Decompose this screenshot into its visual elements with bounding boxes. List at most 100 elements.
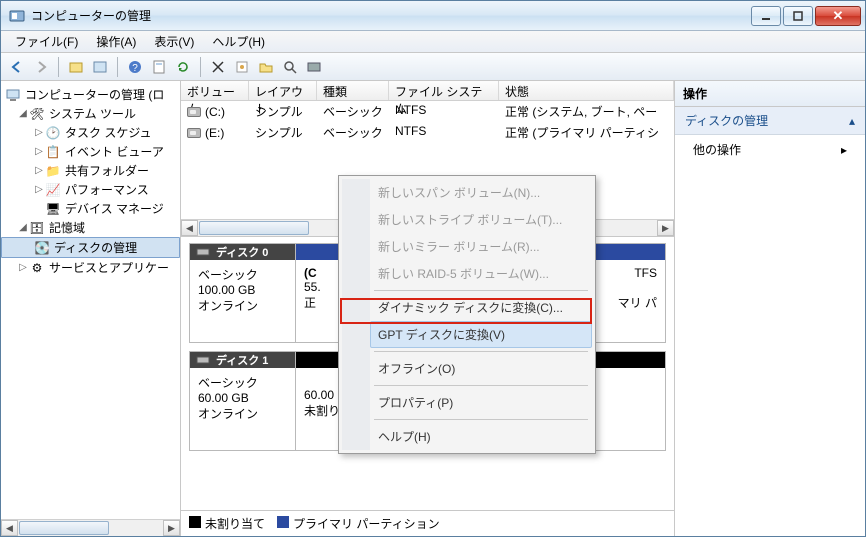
app-icon xyxy=(9,8,25,24)
tree-system-tools[interactable]: ◢ 🛠 システム ツール xyxy=(1,104,180,123)
disk-state: オンライン xyxy=(198,297,287,314)
tree-label: ディスクの管理 xyxy=(54,239,137,256)
tree-root[interactable]: コンピューターの管理 (ロ xyxy=(1,85,180,104)
volume-status: 正常 (システム, ブート, ペー xyxy=(499,102,674,121)
volume-row[interactable]: (C:) シンプル ベーシック NTFS 正常 (システム, ブート, ペー xyxy=(181,101,674,122)
cm-convert-gpt[interactable]: GPT ディスクに変換(V) xyxy=(370,321,592,348)
folder-open-icon[interactable] xyxy=(256,57,276,77)
tree-disk-management[interactable]: 💽 ディスクの管理 xyxy=(1,237,180,258)
actions-panel: 操作 ディスクの管理 ▴ 他の操作 ▸ xyxy=(675,81,865,536)
actions-section-disk[interactable]: ディスクの管理 ▴ xyxy=(675,107,865,135)
volume-name-cell: (C:) xyxy=(181,102,249,121)
legend-label: 未割り当て xyxy=(205,517,265,531)
disk-label-col[interactable]: ディスク 1 ベーシック 60.00 GB オンライン xyxy=(190,352,296,450)
up-icon[interactable] xyxy=(66,57,86,77)
col-filesystem[interactable]: ファイル システム xyxy=(389,81,499,100)
volume-status: 正常 (プライマリ パーティシ xyxy=(499,123,674,142)
tree-device-manager[interactable]: 🖥 デバイス マネージ xyxy=(1,199,180,218)
tree-expander[interactable]: ▷ xyxy=(33,127,45,138)
help-icon[interactable]: ? xyxy=(125,57,145,77)
col-type[interactable]: 種類 xyxy=(317,81,389,100)
scroll-left-icon[interactable]: ◀ xyxy=(1,520,18,536)
volume-row[interactable]: (E:) シンプル ベーシック NTFS 正常 (プライマリ パーティシ xyxy=(181,122,674,143)
disk-title-bar: ディスク 1 xyxy=(190,352,295,368)
properties-icon[interactable] xyxy=(149,57,169,77)
perf-icon: 📈 xyxy=(45,182,61,198)
actions-item-label: 他の操作 xyxy=(693,141,741,158)
tree[interactable]: コンピューターの管理 (ロ ◢ 🛠 システム ツール ▷ 🕑 タスク スケジュ … xyxy=(1,81,180,519)
tree-event-viewer[interactable]: ▷ 📋 イベント ビューア xyxy=(1,142,180,161)
col-volume[interactable]: ボリューム xyxy=(181,81,249,100)
window-title: コンピューターの管理 xyxy=(31,7,749,24)
col-status[interactable]: 状態 xyxy=(499,81,674,100)
folder-share-icon: 📁 xyxy=(45,163,61,179)
legend-label: プライマリ パーティション xyxy=(293,517,440,531)
tree-hscrollbar[interactable]: ◀ ▶ xyxy=(1,519,180,536)
titlebar[interactable]: コンピューターの管理 ✕ xyxy=(1,1,865,31)
console-icon[interactable] xyxy=(90,57,110,77)
scroll-right-icon[interactable]: ▶ xyxy=(657,220,674,236)
cm-help[interactable]: ヘルプ(H) xyxy=(370,423,592,450)
refresh-icon[interactable] xyxy=(173,57,193,77)
col-layout[interactable]: レイアウト xyxy=(249,81,317,100)
cm-new-span[interactable]: 新しいスパン ボリューム(N)... xyxy=(370,179,592,206)
minimize-button[interactable] xyxy=(751,6,781,26)
tree-services[interactable]: ▷ ⚙ サービスとアプリケー xyxy=(1,258,180,277)
tree-expander[interactable]: ◢ xyxy=(17,222,29,233)
tree-label: システム ツール xyxy=(49,105,136,122)
scroll-thumb[interactable] xyxy=(199,221,309,235)
volume-layout: シンプル xyxy=(249,102,317,121)
disk-kind: ベーシック xyxy=(198,374,287,391)
extra-icon[interactable] xyxy=(304,57,324,77)
cm-new-mirror[interactable]: 新しいミラー ボリューム(R)... xyxy=(370,233,592,260)
actions-header: 操作 xyxy=(675,81,865,107)
disk-info: ベーシック 60.00 GB オンライン xyxy=(190,368,295,428)
tree-expander[interactable] xyxy=(33,203,45,214)
chevron-up-icon: ▴ xyxy=(849,114,855,128)
tree-expander[interactable]: ◢ xyxy=(17,108,29,119)
maximize-button[interactable] xyxy=(783,6,813,26)
back-icon[interactable] xyxy=(7,57,27,77)
cm-new-stripe[interactable]: 新しいストライプ ボリューム(T)... xyxy=(370,206,592,233)
delete-icon[interactable] xyxy=(208,57,228,77)
scroll-thumb[interactable] xyxy=(19,521,109,535)
tree-task-scheduler[interactable]: ▷ 🕑 タスク スケジュ xyxy=(1,123,180,142)
scroll-right-icon[interactable]: ▶ xyxy=(163,520,180,536)
legend-item-primary: プライマリ パーティション xyxy=(277,515,440,532)
partition-size: 55. xyxy=(304,280,337,294)
tree-expander[interactable]: ▷ xyxy=(33,184,45,195)
tree-label: デバイス マネージ xyxy=(65,200,164,217)
disk-label-col[interactable]: ディスク 0 ベーシック 100.00 GB オンライン xyxy=(190,244,296,342)
disk-size: 100.00 GB xyxy=(198,283,287,297)
cm-properties[interactable]: プロパティ(P) xyxy=(370,389,592,416)
close-button[interactable]: ✕ xyxy=(815,6,861,26)
tree-expander[interactable]: ▷ xyxy=(17,262,29,273)
tree-label: コンピューターの管理 (ロ xyxy=(25,86,164,103)
menu-view[interactable]: 表示(V) xyxy=(146,31,202,52)
tree-performance[interactable]: ▷ 📈 パフォーマンス xyxy=(1,180,180,199)
volume-name-cell: (E:) xyxy=(181,123,249,142)
props2-icon[interactable] xyxy=(232,57,252,77)
window-buttons: ✕ xyxy=(749,6,861,26)
menu-file[interactable]: ファイル(F) xyxy=(7,31,86,52)
tree-storage[interactable]: ◢ 🗄 記憶域 xyxy=(1,218,180,237)
toolbar: ? xyxy=(1,53,865,81)
disk-kind: ベーシック xyxy=(198,266,287,283)
forward-icon[interactable] xyxy=(31,57,51,77)
tree-label: タスク スケジュ xyxy=(65,124,152,141)
scroll-left-icon[interactable]: ◀ xyxy=(181,220,198,236)
find-icon[interactable] xyxy=(280,57,300,77)
svg-text:?: ? xyxy=(132,63,138,74)
context-menu[interactable]: 新しいスパン ボリューム(N)... 新しいストライプ ボリューム(T)... … xyxy=(338,175,596,454)
disk-state: オンライン xyxy=(198,405,287,422)
cm-new-raid5[interactable]: 新しい RAID-5 ボリューム(W)... xyxy=(370,260,592,287)
menu-action[interactable]: 操作(A) xyxy=(88,31,144,52)
actions-other[interactable]: 他の操作 ▸ xyxy=(675,135,865,164)
cm-convert-dynamic[interactable]: ダイナミック ディスクに変換(C)... xyxy=(370,294,592,321)
tree-expander[interactable]: ▷ xyxy=(33,146,45,157)
cm-offline[interactable]: オフライン(O) xyxy=(370,355,592,382)
volume-header: ボリューム レイアウト 種類 ファイル システム 状態 xyxy=(181,81,674,101)
menu-help[interactable]: ヘルプ(H) xyxy=(204,31,273,52)
tree-expander[interactable]: ▷ xyxy=(33,165,45,176)
tree-shared-folders[interactable]: ▷ 📁 共有フォルダー xyxy=(1,161,180,180)
